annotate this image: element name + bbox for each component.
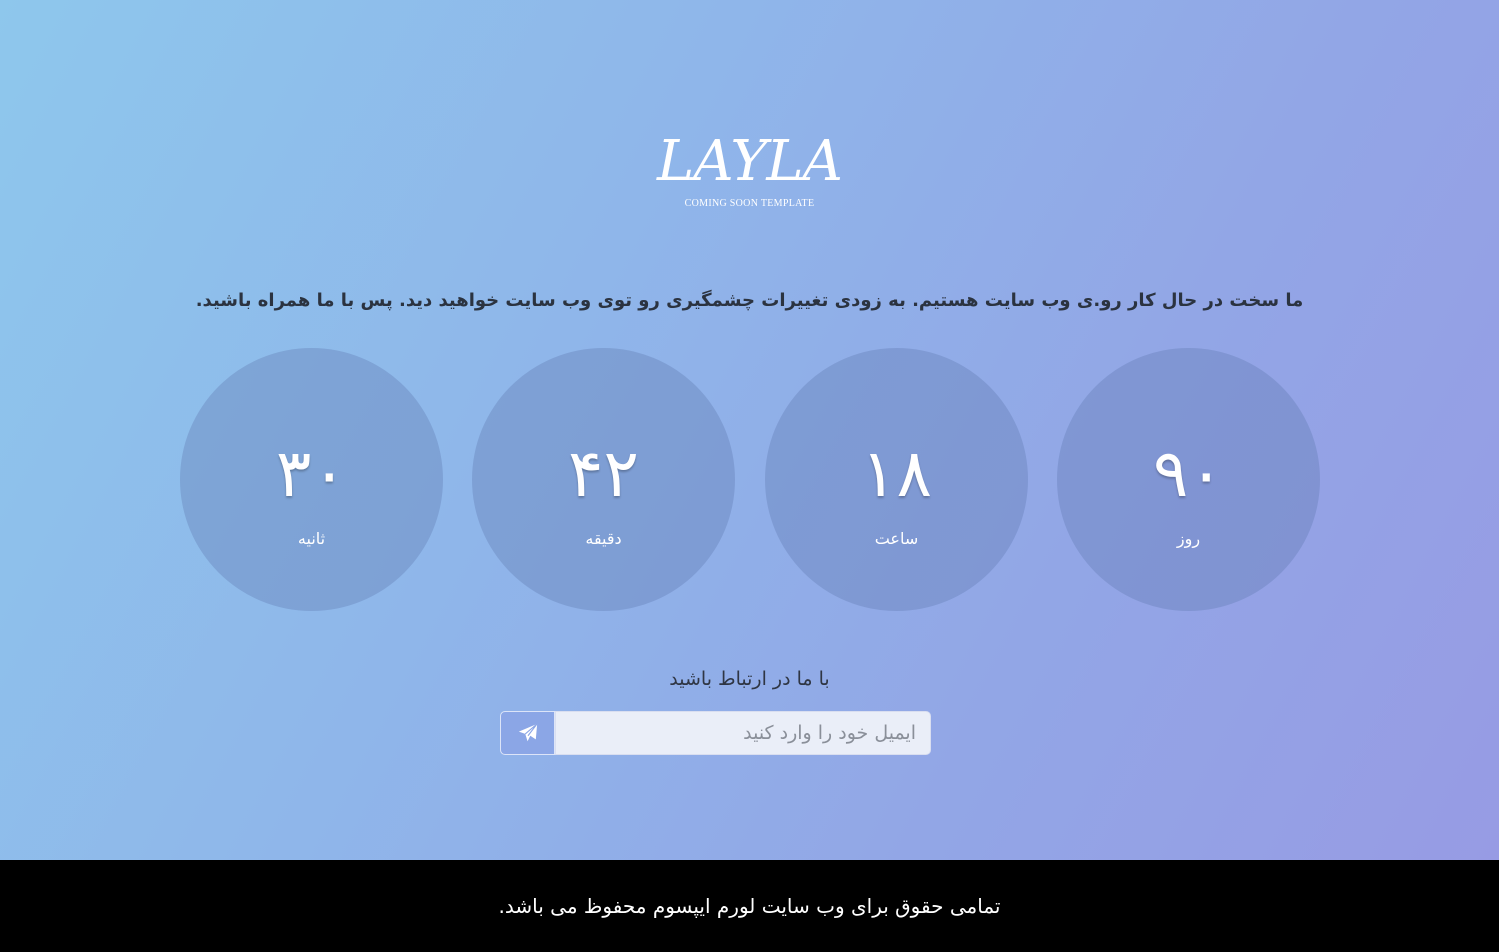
hours-label: ساعت [874, 529, 919, 548]
countdown-days: ۹۰ روز [1057, 348, 1320, 611]
hours-value: ۱۸ [861, 435, 932, 512]
days-label: روز [1176, 529, 1201, 548]
seconds-value: ۳۰ [276, 435, 347, 512]
seconds-label: ثانیه [297, 529, 326, 548]
brand-logo: LAYLA COMING SOON TEMPLATE [0, 128, 1499, 209]
send-button[interactable] [500, 711, 555, 755]
countdown-hours: ۱۸ ساعت [765, 348, 1028, 611]
countdown-timer: ۹۰ روز ۱۸ ساعت ۴۲ دقیقه ۳۰ ثانیه [180, 348, 1320, 611]
countdown-minutes: ۴۲ دقیقه [472, 348, 735, 611]
minutes-label: دقیقه [585, 529, 622, 548]
minutes-value: ۴۲ [568, 435, 639, 512]
hero-section: LAYLA COMING SOON TEMPLATE ما سخت در حال… [0, 0, 1499, 860]
countdown-seconds: ۳۰ ثانیه [180, 348, 443, 611]
paper-plane-icon [518, 723, 538, 742]
copyright-text: تمامی حقوق برای وب سایت لورم ایپسوم محفو… [498, 894, 1001, 918]
days-value: ۹۰ [1153, 435, 1224, 512]
footer: تمامی حقوق برای وب سایت لورم ایپسوم محفو… [0, 860, 1499, 952]
email-input[interactable] [555, 711, 931, 755]
tagline-text: ما سخت در حال کار رو.ی وب سایت هستیم. به… [195, 290, 1304, 311]
logo-subtitle: COMING SOON TEMPLATE [684, 198, 815, 209]
logo-wordmark: LAYLA [657, 129, 843, 194]
subscribe-form [500, 711, 931, 755]
contact-heading: با ما در ارتباط باشید [669, 668, 830, 690]
